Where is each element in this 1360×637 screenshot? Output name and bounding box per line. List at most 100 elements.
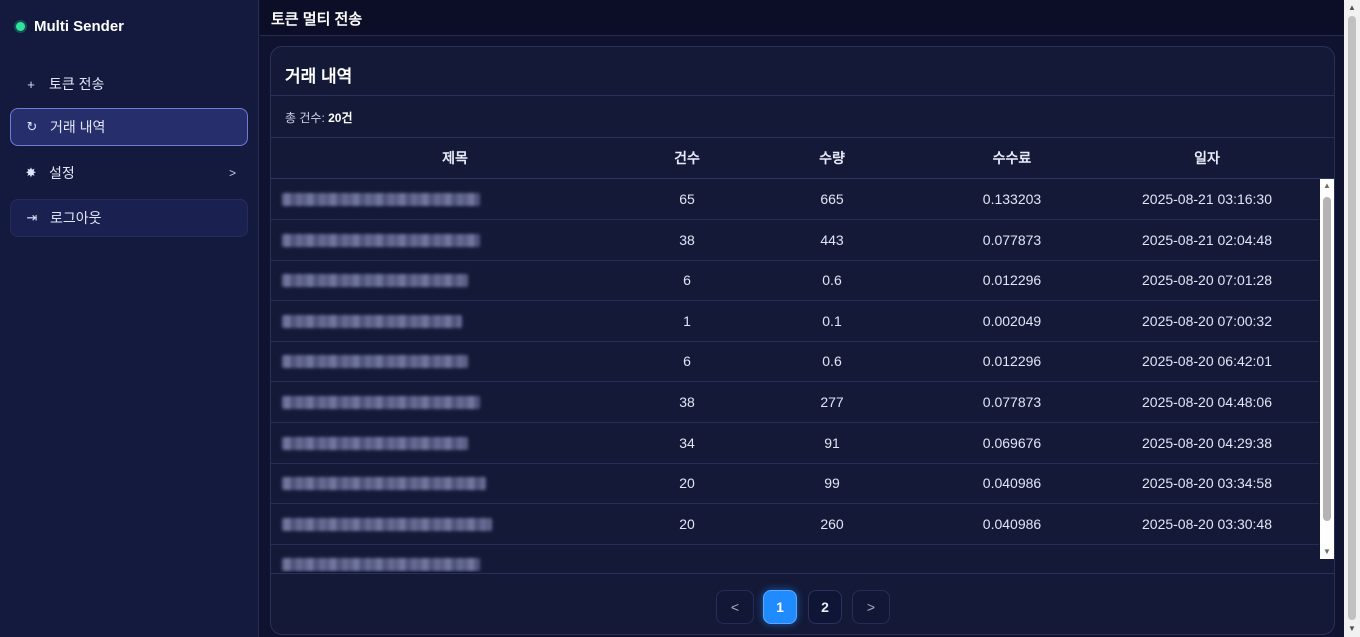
redacted-title	[282, 274, 468, 288]
brand-name: Multi Sender	[34, 18, 125, 35]
cell-fee: 0.012296	[982, 272, 1042, 289]
cell-date: 2025-08-20 04:29:38	[1142, 434, 1272, 451]
total-value: 20건	[328, 111, 353, 125]
cell-fee: 0.002049	[982, 312, 1042, 329]
table-row[interactable]: 65 665 0.133203 2025-08-21 03:16:30	[271, 179, 1319, 220]
plus-icon: +	[27, 76, 35, 92]
table-row[interactable]: 1 0.1 0.002049 2025-08-20 07:00:32	[271, 301, 1319, 342]
cell-amount: 260	[820, 515, 844, 532]
table-row[interactable]: 20 260 0.040986 2025-08-20 03:30:48	[271, 504, 1319, 545]
cell-amount	[735, 544, 929, 572]
cell-date: 2025-08-20 04:48:06	[1142, 394, 1272, 410]
table-row[interactable]: 38 277 0.077873 2025-08-20 04:48:06	[271, 382, 1319, 423]
cell-date: 2025-08-21 02:04:48	[1142, 231, 1272, 248]
cell-count: 34	[679, 434, 695, 451]
cell-amount: 277	[820, 394, 844, 410]
table-row[interactable]: 6 0.6 0.012296 2025-08-20 06:42:01	[271, 341, 1319, 383]
scroll-up-arrow-icon[interactable]: ▲	[1320, 179, 1334, 193]
cell-fee: 0.040986	[982, 515, 1042, 532]
cell-fee: 0.133203	[982, 191, 1042, 207]
cell-date: 2025-08-20 03:30:48	[1142, 515, 1272, 532]
redacted-title	[282, 314, 462, 328]
scroll-up-arrow-icon[interactable]: ▲	[1344, 0, 1360, 16]
sidebar-item-label: 거래 내역	[50, 119, 106, 135]
sidebar-item-label: 로그아웃	[50, 210, 102, 226]
table-row[interactable]: 20 99 0.040986 2025-08-20 03:34:58	[271, 463, 1319, 505]
scrollbar-thumb[interactable]	[1348, 16, 1356, 620]
page-scrollbar[interactable]: ▲ ▼	[1344, 0, 1360, 637]
pagination-prev-button[interactable]: <	[716, 590, 754, 624]
cell-count: 6	[683, 272, 691, 289]
column-header-amount: 수량	[819, 150, 845, 166]
table-scrollbar[interactable]: ▲ ▼	[1320, 179, 1334, 559]
column-header-count: 건수	[674, 150, 700, 166]
divider	[271, 95, 1334, 96]
scrollbar-thumb[interactable]	[1323, 197, 1331, 521]
cell-count: 20	[679, 515, 695, 532]
pagination-page-2-button[interactable]: 2	[808, 590, 842, 624]
cell-count: 38	[679, 231, 695, 248]
table-body[interactable]: 20 260 0.040986 2025-08-20 03:30:48 20 99 0.04…	[271, 179, 1334, 572]
cell-date: 2025-08-20 03:34:58	[1142, 475, 1272, 492]
column-header-date: 일자	[1194, 150, 1220, 166]
cell-fee: 0.040986	[982, 475, 1042, 492]
table-row[interactable]: 34 91 0.069676 2025-08-20 04:29:38	[271, 423, 1319, 464]
cell-count: 65	[679, 191, 695, 207]
table-row[interactable]: 38 443 0.077873 2025-08-21 02:04:48	[271, 220, 1319, 261]
sidebar: Multi Sender + 토큰 전송 ↻ 거래 내역 ✸ 설정 > ⇥ 로그…	[0, 0, 259, 637]
cell-date: 2025-08-21 03:16:30	[1142, 191, 1272, 207]
column-header-fee: 수수료	[992, 150, 1032, 166]
cell-date: 2025-08-20 07:00:32	[1142, 312, 1272, 329]
cell-count: 1	[683, 312, 691, 329]
pagination-next-button[interactable]: >	[852, 590, 890, 624]
cell-fee: 0.012296	[982, 353, 1042, 370]
table-row[interactable]	[271, 544, 1319, 572]
page-title: 토큰 멀티 전송	[271, 11, 363, 28]
column-header-title: 제목	[442, 150, 468, 166]
cell-fee: 0.069676	[982, 434, 1042, 451]
sidebar-item-settings[interactable]: ✸ 설정 >	[10, 154, 248, 192]
total-count: 총 건수: 20건	[285, 109, 353, 126]
redacted-title	[282, 477, 486, 491]
cell-count: 38	[679, 394, 695, 410]
total-label: 총 건수:	[285, 111, 329, 125]
table-row[interactable]: 6 0.6 0.012296 2025-08-20 07:01:28	[271, 260, 1319, 302]
divider	[271, 573, 1334, 574]
cell-date	[1095, 544, 1319, 572]
cell-fee: 0.077873	[982, 231, 1042, 248]
redacted-title	[282, 233, 480, 247]
cell-amount: 0.6	[822, 353, 842, 370]
sidebar-item-token-send[interactable]: + 토큰 전송	[10, 65, 248, 103]
sidebar-item-label: 설정	[49, 165, 75, 181]
redacted-title	[282, 355, 468, 369]
cell-amount: 443	[820, 231, 844, 248]
scroll-down-arrow-icon[interactable]: ▼	[1320, 545, 1334, 559]
cell-amount: 91	[824, 434, 840, 451]
gear-icon: ✸	[25, 165, 37, 180]
history-card: 거래 내역 총 건수: 20건 제목 건수 수량 수수료 일자 20 260 0.0…	[270, 46, 1335, 635]
chevron-right-icon: >	[228, 166, 236, 180]
history-icon: ↻	[26, 119, 38, 134]
cell-count: 6	[683, 353, 691, 370]
cell-fee: 0.077873	[982, 394, 1042, 410]
redacted-title	[282, 396, 480, 409]
topbar: 토큰 멀티 전송	[260, 0, 1344, 36]
card-title: 거래 내역	[285, 67, 353, 86]
scroll-down-arrow-icon[interactable]: ▼	[1344, 621, 1360, 637]
redacted-title	[282, 558, 480, 572]
cell-date: 2025-08-20 07:01:28	[1142, 272, 1272, 289]
cell-count	[639, 544, 735, 572]
sidebar-item-history[interactable]: ↻ 거래 내역	[10, 108, 248, 146]
sidebar-item-logout[interactable]: ⇥ 로그아웃	[10, 199, 248, 237]
redacted-title	[282, 436, 468, 450]
cell-amount: 665	[820, 191, 844, 207]
brand: Multi Sender	[16, 18, 124, 35]
pagination-page-1-button[interactable]: 1	[763, 590, 797, 624]
cell-amount: 0.1	[822, 312, 842, 329]
status-dot-icon	[16, 22, 25, 31]
cell-amount: 99	[824, 475, 840, 492]
cell-fee	[929, 544, 1095, 572]
cell-count: 20	[679, 475, 695, 492]
sidebar-item-label: 토큰 전송	[49, 76, 105, 92]
table-header: 제목 건수 수량 수수료 일자	[271, 138, 1334, 179]
